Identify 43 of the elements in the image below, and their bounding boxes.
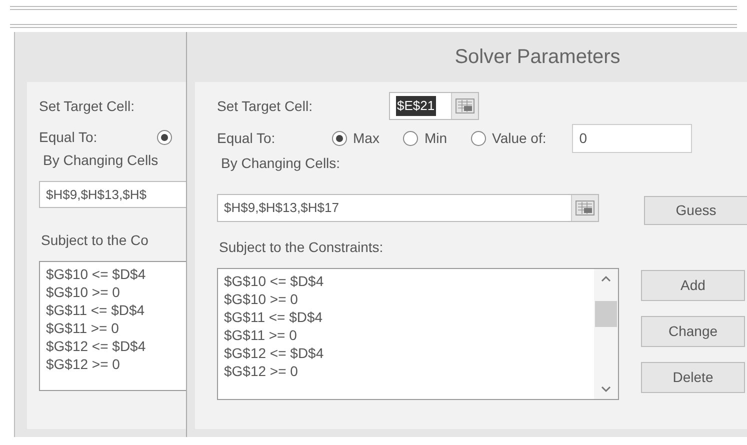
target-cell-field[interactable]: $E$21 — [389, 92, 479, 120]
constraints-list[interactable]: $G$10 <= $D$4 $G$10 >= 0 $G$11 <= $D$4 $G$11 >= 0 $G$12 <= $D$4 $G$12 >= 0 — [217, 268, 619, 400]
guess-button[interactable]: Guess — [644, 196, 747, 225]
scrollbar[interactable] — [594, 269, 618, 399]
constraint-item[interactable]: $G$10 >= 0 — [224, 290, 588, 308]
scroll-thumb[interactable] — [595, 301, 617, 327]
changing-cells-field[interactable]: $H$9,$H$13,$H$17 — [217, 194, 599, 222]
constraint-item[interactable]: $G$11 <= $D$4 — [224, 308, 588, 326]
equal-to-label: Equal To: — [39, 128, 98, 147]
constraint-button[interactable]: Change — [641, 316, 745, 347]
constraints-label: Subject to the Co — [41, 231, 150, 250]
constraint-item[interactable]: $G$12 >= 0 — [46, 355, 186, 373]
constraint-button[interactable]: Delete — [641, 362, 745, 393]
target-cell-value: $E$21 — [396, 96, 436, 116]
equal-to-label: Equal To: — [217, 129, 276, 148]
constraints-list[interactable]: $G$10 <= $D$4 $G$10 >= 0 $G$11 <= $D$4 $G$11 >= 0 $G$12 <= $D$4 $G$12 >= 0 — [39, 261, 186, 391]
constraint-item[interactable]: $G$11 >= 0 — [224, 326, 588, 344]
objective-option[interactable]: Max — [332, 128, 380, 149]
target-cell-label: Set Target Cell: — [39, 97, 136, 116]
constraint-item[interactable]: $G$12 <= $D$4 — [46, 337, 186, 355]
range-select-icon[interactable] — [455, 98, 475, 114]
constraint-item[interactable]: $G$12 <= $D$4 — [224, 344, 588, 362]
constraint-item[interactable]: $G$10 <= $D$4 — [46, 265, 186, 283]
radio-button[interactable] — [403, 131, 418, 146]
window-title: Solver Parameters — [454, 45, 620, 70]
constraint-item[interactable]: $G$11 >= 0 — [46, 319, 186, 337]
range-select-icon[interactable] — [575, 200, 595, 216]
value-of-field[interactable]: 0 — [572, 124, 692, 153]
constraint-item[interactable]: $G$11 <= $D$4 — [46, 301, 186, 319]
changing-cells-field[interactable]: $H$9,$H$13,$H$ — [39, 181, 186, 208]
constraint-button[interactable]: Add — [641, 270, 745, 301]
changing-cells-label: By Changing Cells: — [221, 154, 342, 173]
radio-button[interactable] — [332, 131, 347, 146]
objective-option[interactable]: Value of: — [471, 128, 546, 149]
constraint-item[interactable]: $G$10 <= $D$4 — [224, 272, 588, 290]
radio-button[interactable] — [471, 131, 486, 146]
constraint-item[interactable]: $G$10 >= 0 — [46, 283, 186, 301]
radio-button[interactable] — [157, 130, 172, 145]
objective-option[interactable]: Min — [403, 128, 448, 149]
constraints-label: Subject to the Constraints: — [219, 238, 384, 257]
changing-cells-label: By Changing Cells — [43, 151, 160, 170]
target-cell-label: Set Target Cell: — [217, 96, 314, 116]
constraint-item[interactable]: $G$12 >= 0 — [224, 362, 588, 380]
